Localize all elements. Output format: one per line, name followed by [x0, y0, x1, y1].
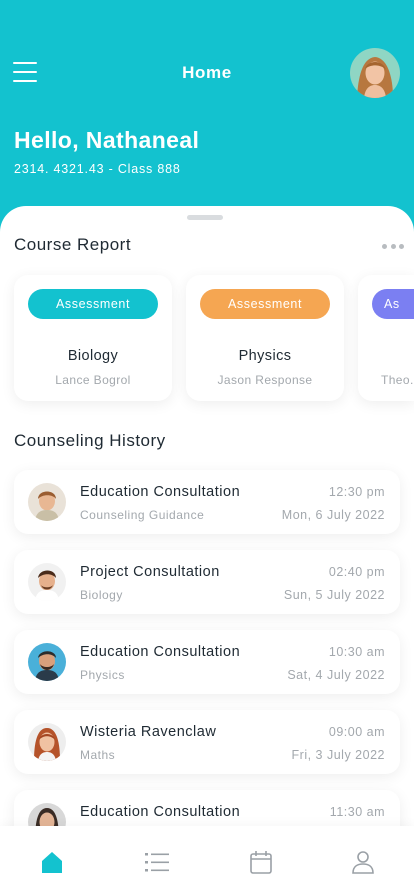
- course-report-title: Course Report: [14, 235, 132, 254]
- counseling-item[interactable]: Education Consultation Counseling Guidan…: [14, 470, 400, 534]
- user-icon[interactable]: [350, 849, 376, 875]
- course-teacher: Lance Bogrol: [55, 373, 131, 387]
- content-sheet[interactable]: Course Report Assessment Biology Lance B…: [0, 206, 414, 896]
- course-card-physics[interactable]: Assessment Physics Jason Response: [186, 275, 344, 401]
- counselor-avatar: [28, 483, 66, 521]
- course-name: Biology: [67, 348, 119, 364]
- student-id-class: 2314. 4321.43 - Class 888: [14, 162, 181, 176]
- counseling-title: Education Consultation: [80, 484, 241, 500]
- course-name: Physics: [238, 348, 292, 364]
- course-teacher: Theo.: [381, 373, 414, 387]
- counseling-date: Fri, 3 July 2022: [291, 748, 385, 762]
- assessment-badge[interactable]: Assessment: [200, 289, 330, 319]
- counselor-avatar: [28, 723, 66, 761]
- assessment-badge[interactable]: As: [372, 289, 414, 319]
- course-teacher: Jason Response: [217, 373, 313, 387]
- counseling-date: Mon, 6 July 2022: [281, 508, 385, 522]
- home-icon[interactable]: [39, 849, 65, 875]
- counseling-title: Wisteria Ravenclaw: [80, 724, 217, 740]
- calendar-icon[interactable]: [248, 849, 274, 875]
- counseling-item[interactable]: Wisteria Ravenclaw Maths 09:00 am Fri, 3…: [14, 710, 400, 774]
- counseling-item[interactable]: Project Consultation Biology 02:40 pm Su…: [14, 550, 400, 614]
- header: Home Hello, Nathaneal 2314. 4321.43 - Cl…: [0, 0, 414, 230]
- greeting-text: Hello, Nathaneal: [14, 127, 200, 153]
- counselor-avatar: [28, 563, 66, 601]
- counseling-subject: Physics: [80, 668, 125, 682]
- more-icon[interactable]: [382, 242, 404, 250]
- bottom-tab-bar: [0, 826, 414, 896]
- counseling-subject: Biology: [80, 588, 123, 602]
- counseling-item[interactable]: Education Consultation Physics 10:30 am …: [14, 630, 400, 694]
- counseling-time: 10:30 am: [328, 645, 385, 659]
- counseling-title: Education Consultation: [80, 644, 241, 660]
- counselor-avatar: [28, 643, 66, 681]
- counseling-time: 12:30 pm: [328, 485, 385, 499]
- assessment-badge[interactable]: Assessment: [28, 289, 158, 319]
- counseling-time: 11:30 am: [329, 805, 385, 819]
- drag-handle[interactable]: [187, 215, 223, 220]
- counseling-time: 09:00 am: [328, 725, 385, 739]
- counseling-subject: Maths: [80, 748, 116, 762]
- counseling-subject: Counseling Guidance: [80, 508, 205, 522]
- counseling-title: Project Consultation: [80, 564, 220, 580]
- counseling-time: 02:40 pm: [328, 565, 385, 579]
- course-card-biology[interactable]: Assessment Biology Lance Bogrol: [14, 275, 172, 401]
- counseling-title: Education Consultation: [80, 804, 241, 820]
- counseling-history-title: Counseling History: [14, 431, 166, 450]
- counseling-date: Sat, 4 July 2022: [287, 668, 385, 682]
- course-card-partial[interactable]: As Theo.: [358, 275, 414, 401]
- counseling-date: Sun, 5 July 2022: [283, 588, 385, 602]
- list-icon[interactable]: [144, 849, 170, 875]
- profile-avatar[interactable]: [350, 48, 400, 98]
